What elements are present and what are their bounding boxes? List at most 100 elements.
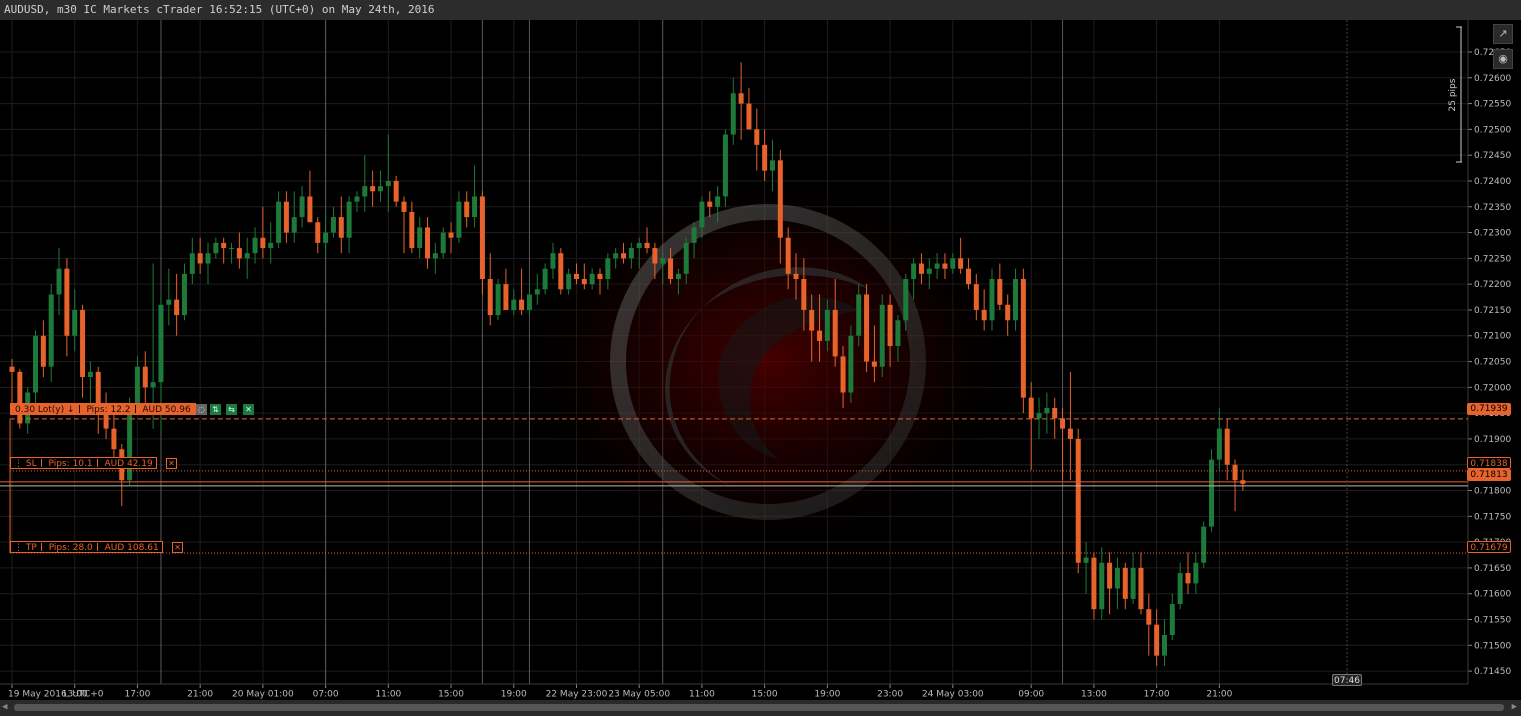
time-tick-label: 11:00 — [689, 690, 715, 700]
scroll-right-icon[interactable]: ▶ — [1512, 702, 1517, 712]
candle-body — [989, 278, 995, 321]
price-tick-label: 0.72500 — [1474, 125, 1511, 135]
window-title: AUDUSD, m30 IC Markets cTrader 16:52:15 … — [4, 3, 435, 16]
candle-body — [425, 227, 431, 259]
candle-body — [283, 201, 289, 233]
candle-body — [1099, 562, 1105, 610]
candle-body — [40, 335, 46, 367]
price-tick-label: 0.71750 — [1474, 512, 1511, 522]
price-chart[interactable]: 0.726500.726000.725500.725000.724500.724… — [0, 20, 1521, 700]
camera-icon[interactable]: ◉ — [1493, 49, 1513, 69]
candle-body — [1169, 604, 1175, 635]
candle-body — [338, 217, 344, 238]
candle-body — [174, 299, 180, 316]
candle-body — [1161, 634, 1167, 656]
candle — [1201, 521, 1207, 568]
candle-body — [722, 134, 728, 197]
candle-body — [777, 160, 783, 238]
sl-price-tag: 0.71838 — [1467, 457, 1511, 469]
sl-tag: SL — [25, 459, 37, 469]
price-tick-label: 0.72250 — [1474, 254, 1511, 264]
position-label[interactable]: 0.30 Lot(y) ↓ Pips: 12.2 AUD 50.96 — [10, 403, 196, 415]
time-tick-label: 11:00 — [375, 690, 401, 700]
candle-body — [871, 361, 877, 367]
candle-body — [9, 366, 15, 372]
take-profit-label[interactable]: ⋮ TP Pips: 28.0 AUD 108.61 — [10, 541, 163, 553]
candle-body — [252, 237, 258, 254]
price-tick-label: 0.72350 — [1474, 203, 1511, 213]
candle-body — [660, 258, 666, 264]
tp-price-tag: 0.71679 — [1467, 541, 1511, 553]
candle-body — [754, 129, 760, 145]
price-tick-label: 0.71500 — [1474, 641, 1511, 651]
time-tick-label: 07:00 — [313, 690, 339, 700]
candle-body — [377, 186, 383, 192]
candle-body — [346, 201, 352, 238]
drag-handle-icon[interactable]: ⋮ — [14, 543, 23, 553]
candle-body — [72, 309, 78, 336]
external-window-icon[interactable]: ↗ — [1493, 24, 1513, 44]
price-tick-label: 0.71900 — [1474, 435, 1511, 445]
candle — [479, 191, 485, 295]
candle-body — [260, 237, 266, 249]
close-icon[interactable]: ✕ — [243, 404, 254, 415]
price-tick-label: 0.71600 — [1474, 590, 1511, 600]
tp-tag: TP — [25, 543, 37, 553]
candle-body — [409, 211, 415, 249]
candle-body — [1185, 573, 1191, 584]
candle-body — [965, 268, 971, 285]
candle-body — [1020, 278, 1026, 398]
close-icon[interactable]: ✕ — [166, 458, 177, 469]
candle-body — [1216, 428, 1222, 460]
pnl-label: AUD 50.96 — [142, 405, 191, 415]
candle-body — [895, 320, 901, 347]
candle-body — [519, 299, 525, 310]
price-tick-label: 0.72600 — [1474, 74, 1511, 84]
candle-body — [699, 201, 705, 228]
candle-body — [1122, 567, 1128, 599]
candle-body — [997, 278, 1003, 305]
price-tick-label: 0.71450 — [1474, 667, 1511, 677]
double-arrow-icon[interactable]: ⇅ — [210, 404, 221, 415]
time-tick-label: 23:00 — [877, 690, 903, 700]
drag-handle-icon[interactable]: ⋮ — [14, 459, 23, 469]
candle-body — [354, 196, 360, 202]
candle-body — [801, 278, 807, 310]
candle-body — [56, 268, 62, 295]
candle-body — [958, 258, 964, 269]
candle-body — [856, 294, 862, 336]
candle-body — [511, 299, 517, 310]
candle-body — [730, 93, 736, 135]
scroll-left-icon[interactable]: ◀ — [2, 702, 7, 712]
candle-body — [33, 335, 39, 393]
candle-body — [573, 273, 579, 279]
candle — [495, 278, 501, 321]
candle-body — [636, 242, 642, 249]
candle-body — [715, 196, 721, 207]
candle-body — [793, 273, 799, 279]
candle-body — [746, 103, 752, 130]
tp-amount: AUD 108.61 — [104, 543, 159, 553]
horizontal-scrollbar[interactable]: ◀ ▶ — [0, 700, 1521, 716]
price-tick-label: 0.72400 — [1474, 177, 1511, 187]
candle-body — [1083, 557, 1089, 563]
candle-body — [534, 289, 540, 295]
time-tick-label: 19:00 — [501, 690, 527, 700]
candle — [864, 284, 870, 372]
stop-loss-label[interactable]: ⋮ SL Pips: 10.1 AUD 42.19 — [10, 457, 157, 469]
candle-body — [848, 335, 854, 393]
scrollbar-thumb[interactable] — [14, 704, 1504, 711]
candle-body — [401, 201, 407, 212]
candle-body — [628, 248, 634, 259]
price-tick-label: 0.72300 — [1474, 229, 1511, 239]
candle-body — [1091, 557, 1097, 610]
reverse-icon[interactable]: ⇆ — [226, 404, 237, 415]
candle-body — [370, 186, 376, 192]
candle — [1209, 449, 1215, 532]
candle-body — [472, 196, 478, 218]
shield-icon[interactable]: ◌ — [196, 404, 207, 415]
candle-body — [613, 253, 619, 259]
close-icon[interactable]: ✕ — [172, 542, 183, 553]
candle-body — [158, 304, 164, 383]
candle-body — [221, 242, 227, 249]
